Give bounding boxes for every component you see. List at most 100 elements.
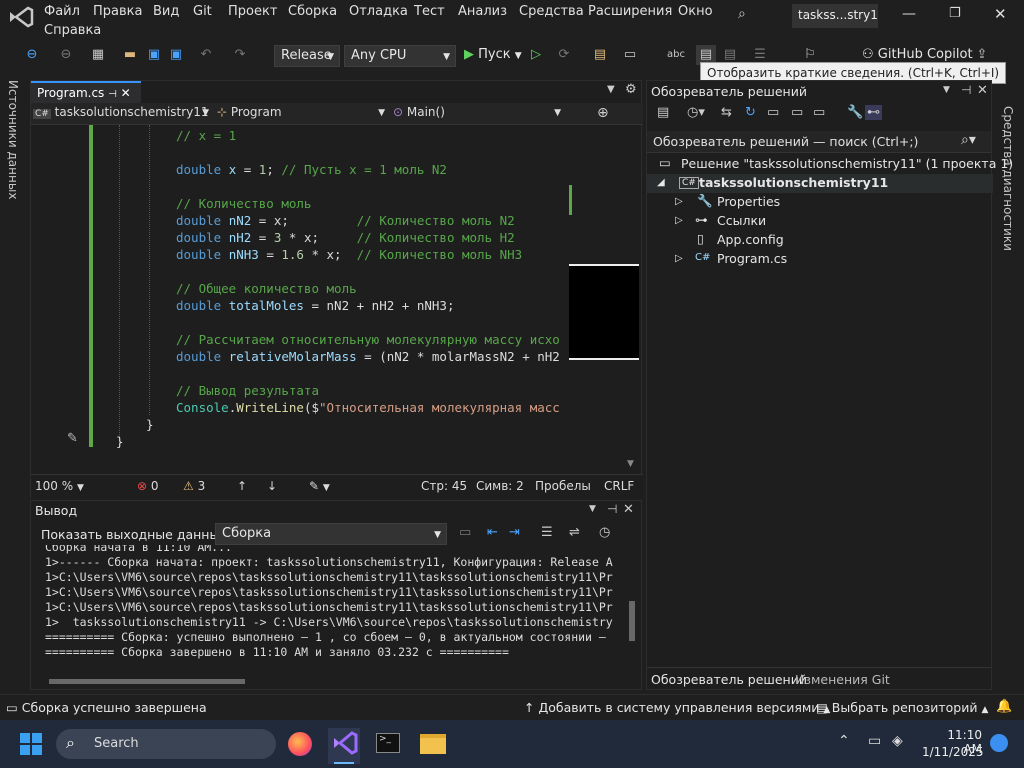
layout-icon[interactable]: ▭ [620,45,640,65]
firefox-icon[interactable] [288,732,312,756]
menu-project[interactable]: Проект [228,4,277,19]
menu-build[interactable]: Сборка [288,4,337,19]
expand-icon[interactable]: ▷ [675,196,683,207]
zoom-select[interactable]: 100 % ▼ [35,479,84,493]
switch-views-icon[interactable]: ▤ [657,105,669,120]
expand-icon[interactable]: ▷ [675,253,683,264]
clear-all-icon[interactable]: ☰ [541,525,553,540]
menu-analyze[interactable]: Анализ [458,4,507,19]
tab-git-changes[interactable]: Изменения Git [795,672,890,687]
output-horizontal-scrollbar[interactable] [41,677,621,685]
prev-message-icon[interactable]: ⇤ [487,525,498,540]
browse-icon[interactable]: ▤ [590,45,610,65]
tree-item-properties[interactable]: ▷ 🔧 Properties [647,193,993,212]
menu-edit[interactable]: Правка [93,4,142,19]
collapse-icon[interactable]: ▭ [767,105,779,120]
solution-search-input[interactable]: Обозреватель решений — поиск (Ctrl+;) ⌕▾ [647,131,991,153]
file-explorer-icon[interactable] [420,734,446,754]
nav-project-select[interactable]: C# tasksolutionschemistry11 ▼ [33,105,211,123]
output-text[interactable]: Сборка начата в 11:10 AM... 1>------ Сбо… [31,545,627,675]
notifications-icon[interactable]: 🔔 [996,699,1012,714]
pin-icon[interactable]: ⊣ [108,89,117,100]
cleanup-icon[interactable]: ✎ ▼ [309,479,330,493]
menu-tools[interactable]: Средства [519,4,584,19]
line-ending[interactable]: CRLF [604,479,634,493]
line-number[interactable]: Стр: 45 [421,479,467,493]
platform-select[interactable]: Any CPU ▼ [344,45,456,67]
copilot-button[interactable]: ⚇ GitHub Copilot [862,47,973,62]
filter-icon[interactable]: ⊷ [865,105,882,120]
tree-item-program-cs[interactable]: ▷ C# Program.cs [647,250,993,269]
tab-solution-explorer[interactable]: Обозреватель решений [651,672,807,687]
menu-window[interactable]: Окно [678,4,713,19]
redo-icon[interactable]: ↷ [230,45,250,65]
output-vertical-scrollbar[interactable] [627,551,637,671]
clock-date[interactable]: 1/11/2025 [922,745,984,759]
expand-icon[interactable]: ▷ [675,215,683,226]
menu-help[interactable]: Справка [44,23,101,38]
next-message-icon[interactable]: ⇥ [509,525,520,540]
code-area[interactable]: ✎ // x = 1 double x = 1; // Пусть x = 1 м… [31,125,567,455]
refresh-icon[interactable]: ↻ [745,105,756,120]
diagnostics-tab[interactable]: Средства диагностики [1001,106,1015,251]
network-icon[interactable]: ▭ [868,733,881,749]
nav-method-select[interactable]: ⊙ Main() ▼ [393,105,563,123]
pin-icon[interactable]: ⊣ [607,502,617,516]
forward-icon[interactable]: ⊖ [56,45,76,65]
split-editor-icon[interactable]: ⊕ [597,105,609,123]
tree-solution-root[interactable]: ▭ Решение "taskssolutionschemistry11" (1 … [647,155,1013,174]
tree-item-references[interactable]: ▷ ⊶ Ссылки [647,212,993,231]
close-panel-icon[interactable]: ✕ [623,502,634,517]
back-icon[interactable]: ⊖ [22,45,42,65]
show-all-icon[interactable]: ▭ [791,105,803,120]
visual-studio-icon[interactable] [328,728,360,764]
menu-file[interactable]: Файл [44,4,80,19]
menu-debug[interactable]: Отладка [349,4,408,19]
volume-icon[interactable]: ◈ [892,733,903,749]
sync-icon[interactable]: ⇆ [721,105,732,120]
tab-program-cs[interactable]: Program.cs ⊣ ✕ [31,81,141,103]
run-without-debug-icon[interactable]: ▷ [526,45,546,65]
gear-icon[interactable]: ⚙ [625,82,637,97]
tree-project[interactable]: ◢ C# taskssolutionschemistry11 [647,174,993,193]
tray-chevron-icon[interactable]: ⌃ [838,733,850,749]
windows-start-icon[interactable] [20,733,42,755]
scroll-down-icon[interactable]: ▼ [627,459,634,469]
data-sources-tab[interactable]: Источники данных [6,80,20,199]
nav-class-select[interactable]: ⊹ Program ▼ [217,105,387,123]
taskbar-search[interactable]: ⌕ Search [56,729,276,759]
output-source-select[interactable]: Сборка ▼ [215,523,447,545]
expand-icon[interactable]: ◢ [657,177,665,188]
run-button[interactable]: ▶ Пуск ▼ [464,47,522,62]
whitespace-mode[interactable]: Пробелы [535,479,591,493]
error-count[interactable]: ⊗ 0 [137,479,159,493]
save-all-icon[interactable]: ▣ [166,45,186,65]
notification-center-icon[interactable] [990,734,1008,752]
maximize-button[interactable]: ❐ [949,6,961,21]
configuration-select[interactable]: Release ▼ [274,45,340,67]
new-item-icon[interactable]: ▦ [88,45,108,65]
menu-extensions[interactable]: Расширения [588,4,672,19]
close-button[interactable]: ✕ [994,5,1007,23]
close-tab-icon[interactable]: ✕ [121,86,131,100]
search-icon[interactable]: ⌕ [738,6,746,22]
column-number[interactable]: Симв: 2 [476,479,524,493]
close-panel-icon[interactable]: ✕ [977,83,988,98]
wrench-icon[interactable]: 🔧 [847,105,863,120]
select-repository-button[interactable]: ▤ Выбрать репозиторий ▲ [816,700,988,715]
brush-icon[interactable]: ✎ [67,431,78,446]
open-folder-icon[interactable]: ▬ [120,45,140,65]
save-icon[interactable]: ▣ [144,45,164,65]
minimize-button[interactable]: — [902,6,916,22]
preview-icon[interactable]: ▭ [813,105,825,120]
spellcheck-icon[interactable]: abc [666,45,686,65]
panel-menu-icon[interactable]: ▼ [943,85,950,95]
word-wrap-icon[interactable]: ⇌ [569,525,580,540]
next-issue-icon[interactable]: ↓ [267,479,277,493]
timestamp-icon[interactable]: ◷ [599,525,610,540]
pin-icon[interactable]: ⊣ [961,83,971,97]
tab-overflow-icon[interactable]: ▼ [607,84,615,95]
warning-count[interactable]: ⚠ 3 [183,479,205,493]
find-message-icon[interactable]: ▭ [459,525,471,540]
menu-git[interactable]: Git [193,4,212,19]
